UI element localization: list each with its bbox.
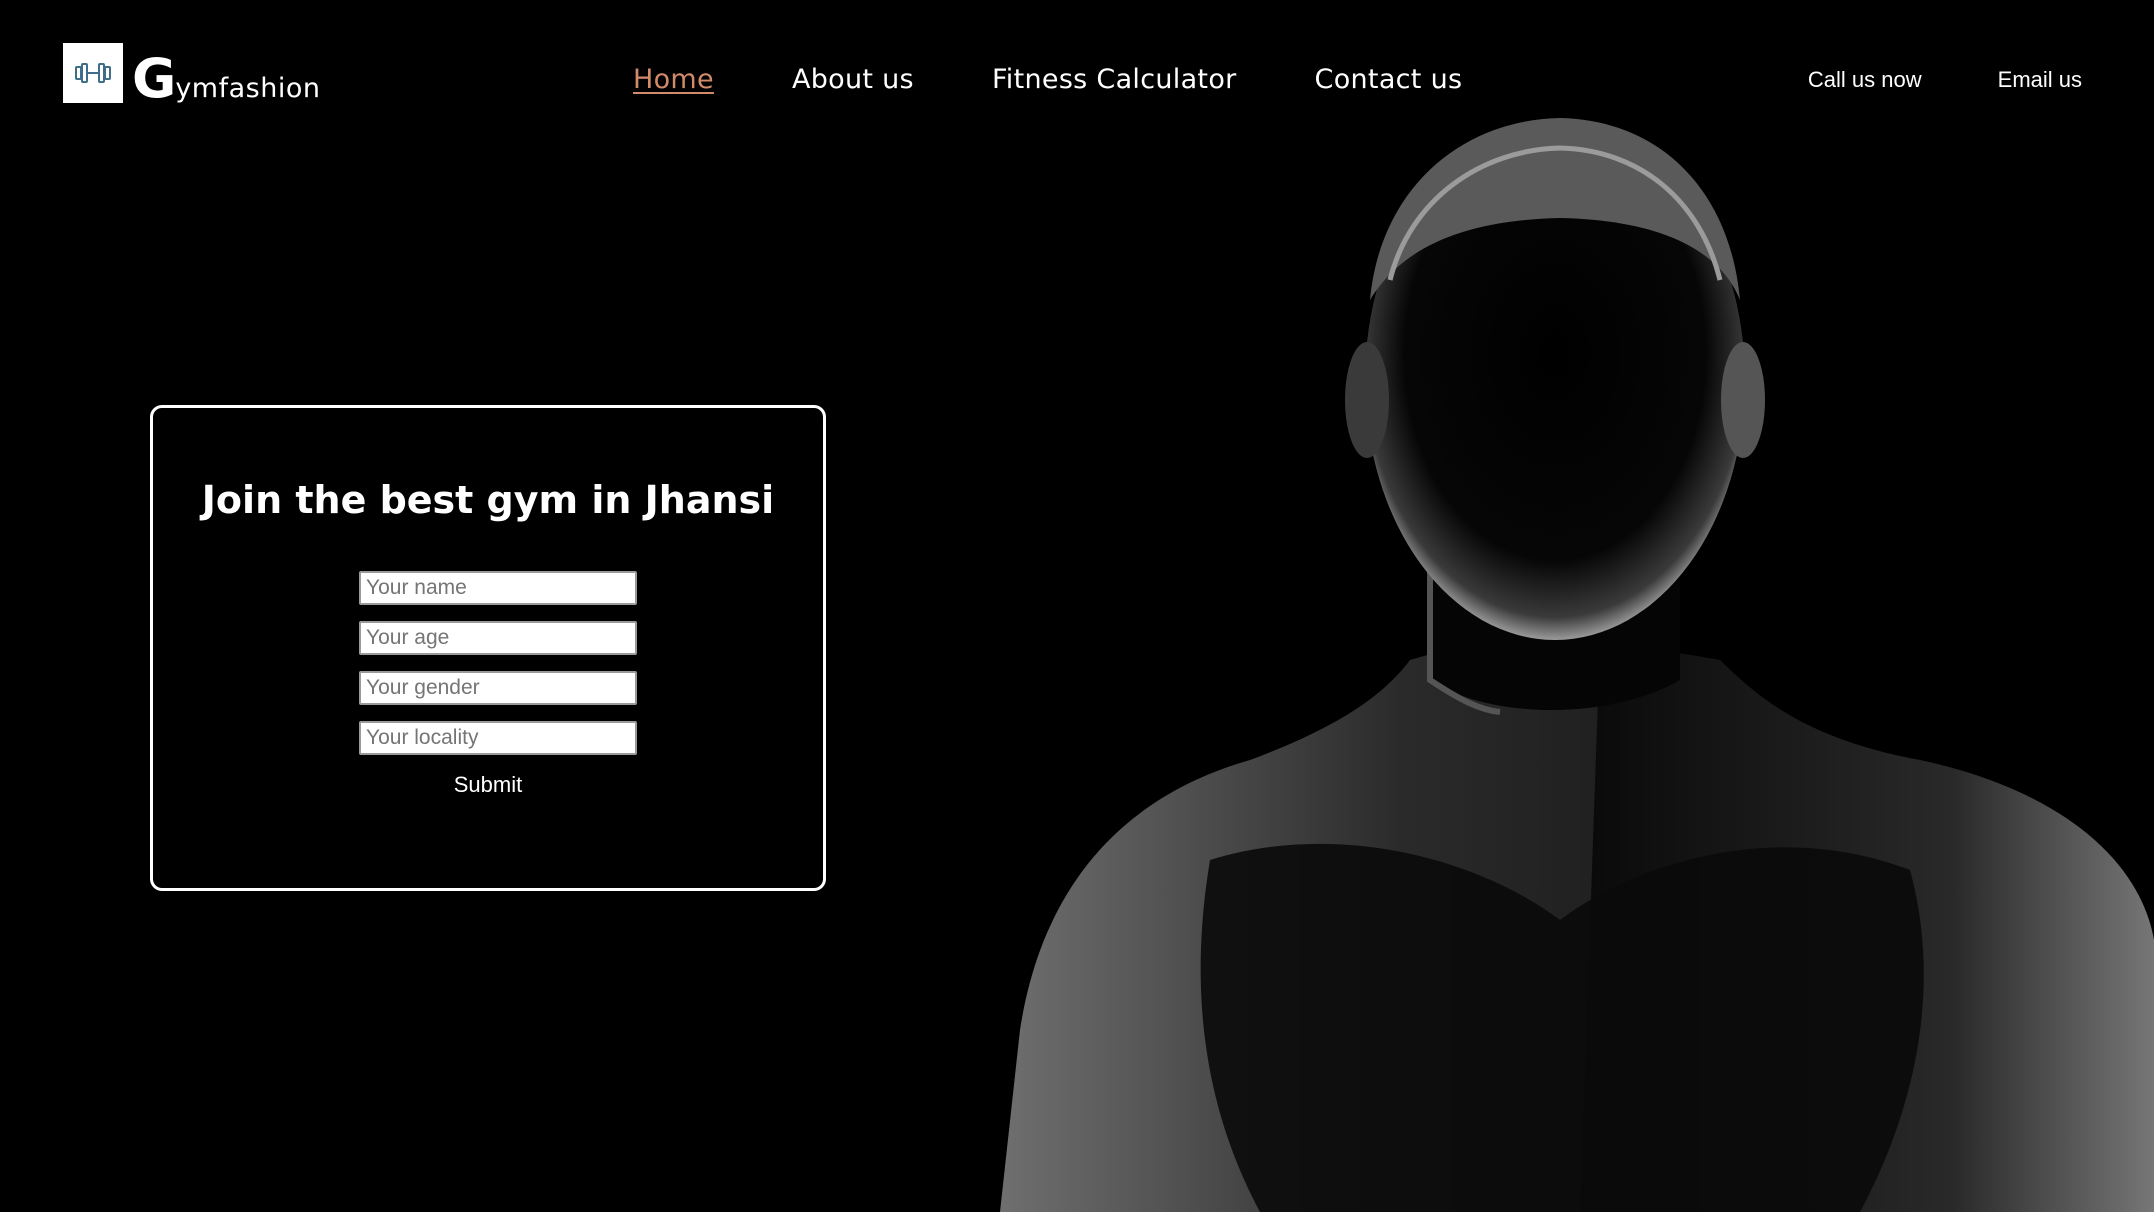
name-input[interactable] <box>359 571 637 605</box>
main-nav: Home About us Fitness Calculator Contact… <box>633 64 1540 95</box>
call-us-button[interactable]: Call us now <box>1808 67 1922 93</box>
nav-home[interactable]: Home <box>633 64 714 95</box>
age-input[interactable] <box>359 621 637 655</box>
gender-input[interactable] <box>359 671 637 705</box>
brand-rest: ymfashion <box>175 73 321 104</box>
submit-button[interactable]: Submit <box>428 772 548 798</box>
join-title: Join the best gym in Jhansi <box>201 478 775 522</box>
hero-athlete-image <box>1000 118 2154 1212</box>
logo-box[interactable] <box>63 43 123 103</box>
nav-fitness-calculator[interactable]: Fitness Calculator <box>992 64 1237 95</box>
locality-input[interactable] <box>359 721 637 755</box>
dumbbell-icon <box>75 63 111 83</box>
join-form <box>359 571 639 771</box>
nav-contact-us[interactable]: Contact us <box>1315 64 1463 95</box>
page: Gymfashion Home About us Fitness Calcula… <box>0 0 2154 1212</box>
header-actions: Call us now Email us <box>1732 67 2082 93</box>
email-us-button[interactable]: Email us <box>1998 67 2082 93</box>
brand-initial: G <box>132 47 176 110</box>
nav-about-us[interactable]: About us <box>792 64 914 95</box>
brand-name[interactable]: Gymfashion <box>132 52 320 106</box>
join-form-card: Join the best gym in Jhansi Submit <box>150 405 826 891</box>
